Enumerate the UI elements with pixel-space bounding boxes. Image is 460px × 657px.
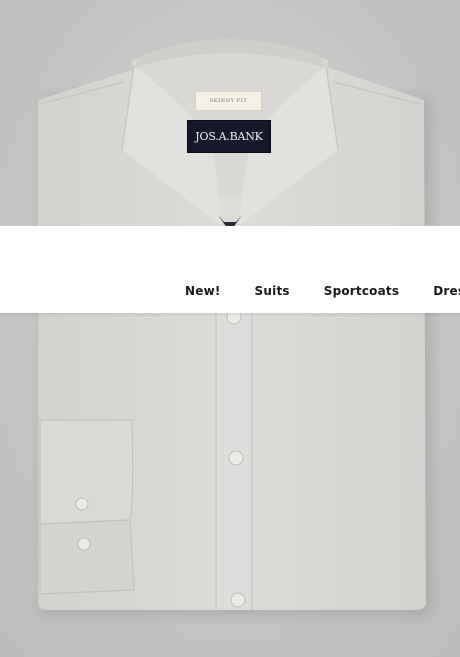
category-nav-bar: New! Suits Sportcoats Dress Shirts	[0, 226, 460, 313]
nav-items: New! Suits Sportcoats Dress Shirts	[185, 284, 460, 298]
fit-label: SKINNY FIT	[195, 91, 262, 111]
nav-item-sportcoats[interactable]: Sportcoats	[324, 284, 399, 298]
nav-item-dress-shirts[interactable]: Dress Shirts	[433, 284, 460, 298]
nav-item-suits[interactable]: Suits	[255, 284, 290, 298]
brand-label: JOS.A.BANK	[187, 120, 271, 153]
nav-item-new[interactable]: New!	[185, 284, 221, 298]
